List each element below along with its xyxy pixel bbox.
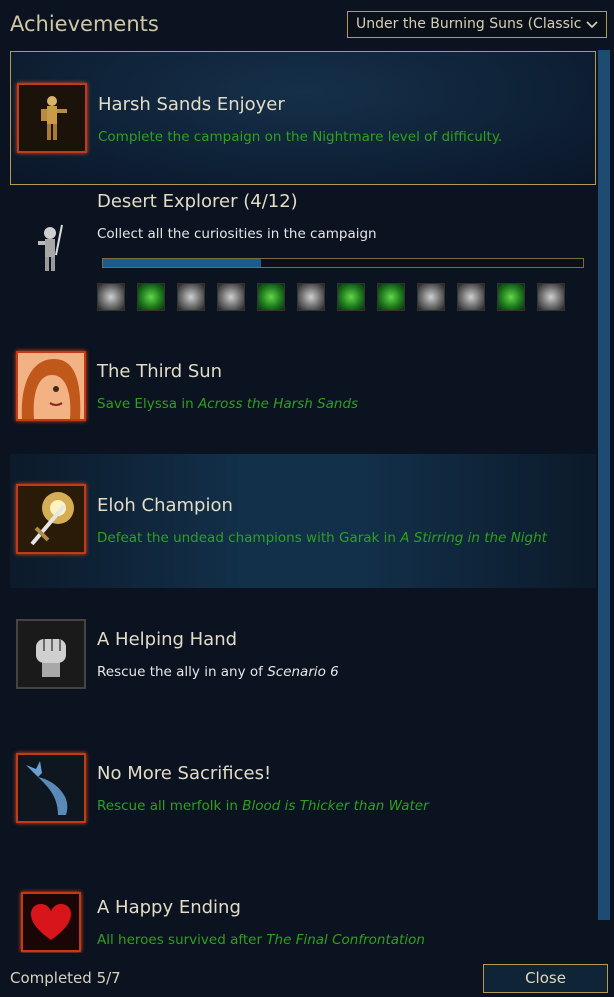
elyssa-portrait-icon <box>16 351 86 421</box>
achievement-description: Collect all the curiosities in the campa… <box>97 226 377 242</box>
curiosity-found-icon <box>257 283 285 311</box>
achievement-name: The Third Sun <box>97 361 223 382</box>
curiosity-missing-icon <box>177 283 205 311</box>
fist-icon <box>16 619 86 689</box>
curiosity-missing-icon <box>97 283 125 311</box>
achievement-item[interactable]: A Helping Hand Rescue the ally in any of… <box>10 588 596 722</box>
achievement-description: All heroes survived after The Final Conf… <box>97 932 425 948</box>
achievement-item[interactable]: The Third Sun Save Elyssa in Across the … <box>10 320 596 454</box>
achievement-name: No More Sacrifices! <box>97 763 272 784</box>
achievement-item[interactable]: Harsh Sands Enjoyer Complete the campaig… <box>10 51 596 185</box>
achievement-description: Save Elyssa in Across the Harsh Sands <box>97 396 358 412</box>
achievement-item[interactable]: No More Sacrifices! Rescue all merfolk i… <box>10 722 596 856</box>
progress-fill <box>103 259 262 267</box>
scenario-name: Across the Harsh Sands <box>197 396 359 412</box>
scrollbar-thumb[interactable] <box>598 50 610 920</box>
curiosity-missing-icon <box>217 283 245 311</box>
achievement-description: Rescue the ally in any of Scenario 6 <box>97 664 339 680</box>
achievement-name: A Happy Ending <box>97 897 241 918</box>
description-text: Rescue the ally in any of <box>97 664 268 680</box>
description-text: Save Elyssa in <box>97 396 198 412</box>
page-title: Achievements <box>10 12 159 36</box>
scenario-name: Scenario 6 <box>267 664 339 680</box>
scrollbar[interactable] <box>598 50 610 920</box>
achievement-name: Desert Explorer (4/12) <box>97 191 298 212</box>
achievement-item[interactable]: Desert Explorer (4/12) Collect all the c… <box>10 185 596 320</box>
achievement-item[interactable]: A Happy Ending All heroes survived after… <box>10 856 596 953</box>
achievement-description: Complete the campaign on the Nightmare l… <box>98 129 503 145</box>
achievement-description: Defeat the undead champions with Garak i… <box>97 530 547 546</box>
description-text: Rescue all merfolk in <box>97 798 243 814</box>
scenario-name: Blood is Thicker than Water <box>242 798 429 814</box>
description-text: All heroes survived after <box>97 932 267 948</box>
merfolk-tail-icon <box>16 753 86 823</box>
scenario-name: A Stirring in the Night <box>400 530 547 546</box>
curiosity-found-icon <box>337 283 365 311</box>
achievement-name: Eloh Champion <box>97 495 233 516</box>
heart-icon <box>21 892 81 952</box>
progress-bar <box>102 258 584 268</box>
curiosity-found-icon <box>137 283 165 311</box>
description-text: Defeat the undead champions with Garak i… <box>97 530 401 546</box>
achievement-name: A Helping Hand <box>97 629 238 650</box>
curiosity-missing-icon <box>417 283 445 311</box>
campaign-select-value: Under the Burning Suns (Classic ... <box>356 16 600 32</box>
achievement-description: Rescue all merfolk in Blood is Thicker t… <box>97 798 429 814</box>
achievement-name: Harsh Sands Enjoyer <box>98 94 285 115</box>
achievement-item[interactable]: Eloh Champion Defeat the undead champion… <box>10 454 596 588</box>
campaign-select[interactable]: Under the Burning Suns (Classic ... <box>347 11 607 38</box>
holy-sword-icon <box>16 484 86 554</box>
skeleton-warrior-icon <box>16 215 86 285</box>
desert-soldier-icon <box>17 83 87 153</box>
curiosity-found-icon <box>377 283 405 311</box>
achievement-list: Harsh Sands Enjoyer Complete the campaig… <box>10 50 596 953</box>
curiosity-missing-icon <box>457 283 485 311</box>
curiosity-missing-icon <box>537 283 565 311</box>
completion-status: Completed 5/7 <box>10 969 121 987</box>
close-button[interactable]: Close <box>483 964 608 993</box>
scenario-name: The Final Confrontation <box>266 932 425 948</box>
curiosity-missing-icon <box>297 283 325 311</box>
chevron-down-icon <box>583 12 601 37</box>
curiosity-found-icon <box>497 283 525 311</box>
